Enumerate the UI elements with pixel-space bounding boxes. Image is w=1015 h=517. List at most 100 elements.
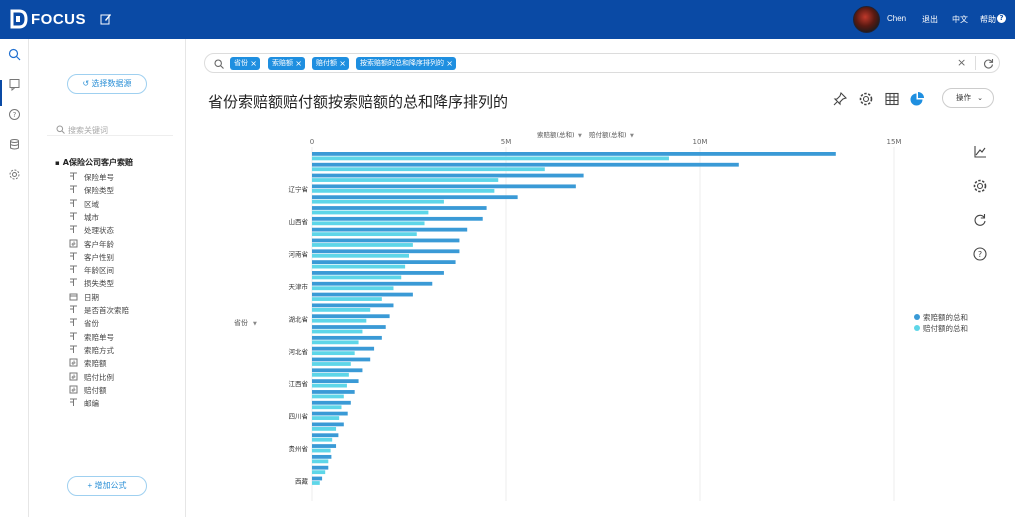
edit-icon[interactable]: [100, 13, 112, 25]
database-icon[interactable]: [8, 138, 21, 151]
text-field-icon: [69, 318, 84, 328]
bar-payout: [312, 394, 344, 399]
tick-label: 15M: [887, 138, 902, 146]
field-item[interactable]: 保险单号: [69, 172, 114, 184]
search-token[interactable]: 赔付额 ×: [312, 57, 349, 70]
legend-item[interactable]: 赔付额的总和: [914, 323, 968, 334]
field-label: 省份: [84, 319, 99, 329]
y-axis-label: 省份: [234, 318, 248, 327]
user-name[interactable]: Chen: [887, 14, 906, 23]
svg-text:#: #: [71, 387, 76, 394]
text-field-icon: [69, 398, 84, 408]
search-token[interactable]: 索赔额 ×: [268, 57, 305, 70]
field-item[interactable]: 省份: [69, 318, 99, 330]
bar-claims: [312, 454, 332, 459]
legend-swatch: [914, 314, 920, 320]
language-link[interactable]: 中文: [952, 14, 968, 25]
bar-payout: [312, 188, 495, 193]
question-icon[interactable]: ?: [8, 108, 21, 121]
avatar[interactable]: [853, 6, 880, 33]
logo-icon[interactable]: [10, 9, 28, 29]
field-item[interactable]: 邮编: [69, 398, 99, 410]
field-item[interactable]: 城市: [69, 212, 99, 224]
field-item[interactable]: # 赔付比例: [69, 372, 114, 384]
bar-claims: [312, 325, 386, 329]
clear-icon[interactable]: ×: [957, 56, 966, 69]
search-bar[interactable]: 省份 × 索赔额 × 赔付额 × 按索赔额的总和降序排列的 × ×: [204, 53, 1000, 73]
field-item[interactable]: 索赔方式: [69, 345, 114, 357]
gear-icon[interactable]: [8, 168, 21, 181]
bar-payout: [312, 221, 425, 226]
field-label: 日期: [84, 292, 99, 302]
rotate-icon[interactable]: [972, 212, 988, 228]
close-icon[interactable]: ×: [339, 57, 346, 70]
bar-claims: [312, 271, 444, 275]
axis-chart-icon[interactable]: [972, 144, 988, 160]
bookmark-icon[interactable]: [8, 78, 21, 91]
search-icon[interactable]: [8, 48, 21, 61]
close-icon[interactable]: ×: [446, 57, 453, 70]
category-label: 天津市: [289, 282, 309, 291]
bar-payout: [312, 405, 342, 410]
bar-chart-svg: 0 5M 10M 15M索赔额(总和) ▼ 赔付额(总和) ▼省份 ▼辽宁省山西省河南省天津市…: [234, 130, 902, 501]
bar-payout: [312, 470, 326, 475]
add-formula-button[interactable]: + 增加公式: [67, 476, 147, 496]
category-label: 江西省: [289, 379, 309, 388]
gear-icon[interactable]: [858, 91, 874, 107]
field-item[interactable]: 索赔单号: [69, 332, 114, 344]
chevron-down-icon: ▼: [630, 133, 634, 139]
legend-item[interactable]: 索赔额的总和: [914, 312, 968, 323]
logout-link[interactable]: 退出: [922, 14, 938, 25]
operate-dropdown[interactable]: 操作 ⌄: [942, 88, 994, 108]
category-label: 山西省: [289, 217, 309, 226]
table-icon[interactable]: [884, 91, 900, 107]
text-field-icon: [69, 199, 84, 209]
close-icon[interactable]: ×: [295, 57, 302, 70]
field-label: 区域: [84, 199, 99, 209]
field-item[interactable]: 年龄区间: [69, 265, 114, 277]
search-token[interactable]: 省份 ×: [230, 57, 260, 70]
help-icon[interactable]: ?: [972, 246, 988, 262]
field-item[interactable]: 日期: [69, 292, 99, 304]
bar-payout: [312, 210, 429, 215]
bar-payout: [312, 199, 444, 204]
bar-payout: [312, 318, 367, 323]
field-label: 邮编: [84, 399, 99, 409]
gear-icon[interactable]: [972, 178, 988, 194]
legend-label: 赔付额的总和: [923, 324, 968, 333]
number-field-icon: #: [69, 358, 84, 368]
refresh-icon[interactable]: [983, 58, 994, 69]
field-item[interactable]: 处理状态: [69, 225, 114, 237]
field-item[interactable]: 损失类型: [69, 278, 114, 290]
field-label: 保险类型: [84, 186, 114, 196]
field-label: 客户性别: [84, 252, 114, 262]
close-icon[interactable]: ×: [250, 57, 257, 70]
field-item[interactable]: # 客户年龄: [69, 239, 114, 251]
field-item[interactable]: 区域: [69, 199, 99, 211]
table-tree-title[interactable]: ▪ A保险公司客户索赔: [55, 157, 133, 168]
field-label: 客户年龄: [84, 239, 114, 249]
divider: [975, 56, 976, 70]
help-link[interactable]: 帮助: [980, 14, 996, 25]
search-token[interactable]: 按索赔额的总和降序排列的 ×: [356, 57, 456, 70]
field-item[interactable]: # 赔付额: [69, 385, 107, 397]
number-field-icon: #: [69, 372, 84, 382]
help-icon[interactable]: ?: [997, 14, 1006, 23]
logo-text[interactable]: FOCUS: [31, 11, 86, 28]
bar-payout: [312, 232, 417, 237]
field-item[interactable]: 客户性别: [69, 252, 114, 264]
pie-chart-icon[interactable]: [909, 91, 925, 107]
category-label: 河南省: [289, 249, 309, 258]
number-field-icon: #: [69, 385, 84, 395]
bar-claims: [312, 249, 460, 254]
field-item[interactable]: 是否首次索赔: [69, 305, 129, 317]
bar-payout: [312, 362, 351, 366]
field-item[interactable]: 保险类型: [69, 185, 114, 197]
field-item[interactable]: # 索赔额: [69, 358, 107, 370]
top-bar: FOCUS Chen 退出 中文 帮助 ?: [0, 0, 1015, 39]
bar-payout: [312, 307, 371, 312]
icon-rail: ?: [0, 39, 29, 517]
select-data-source-button[interactable]: ↺ 选择数据源: [67, 74, 147, 94]
pin-icon[interactable]: [832, 91, 848, 107]
bar-claims: [312, 400, 351, 405]
